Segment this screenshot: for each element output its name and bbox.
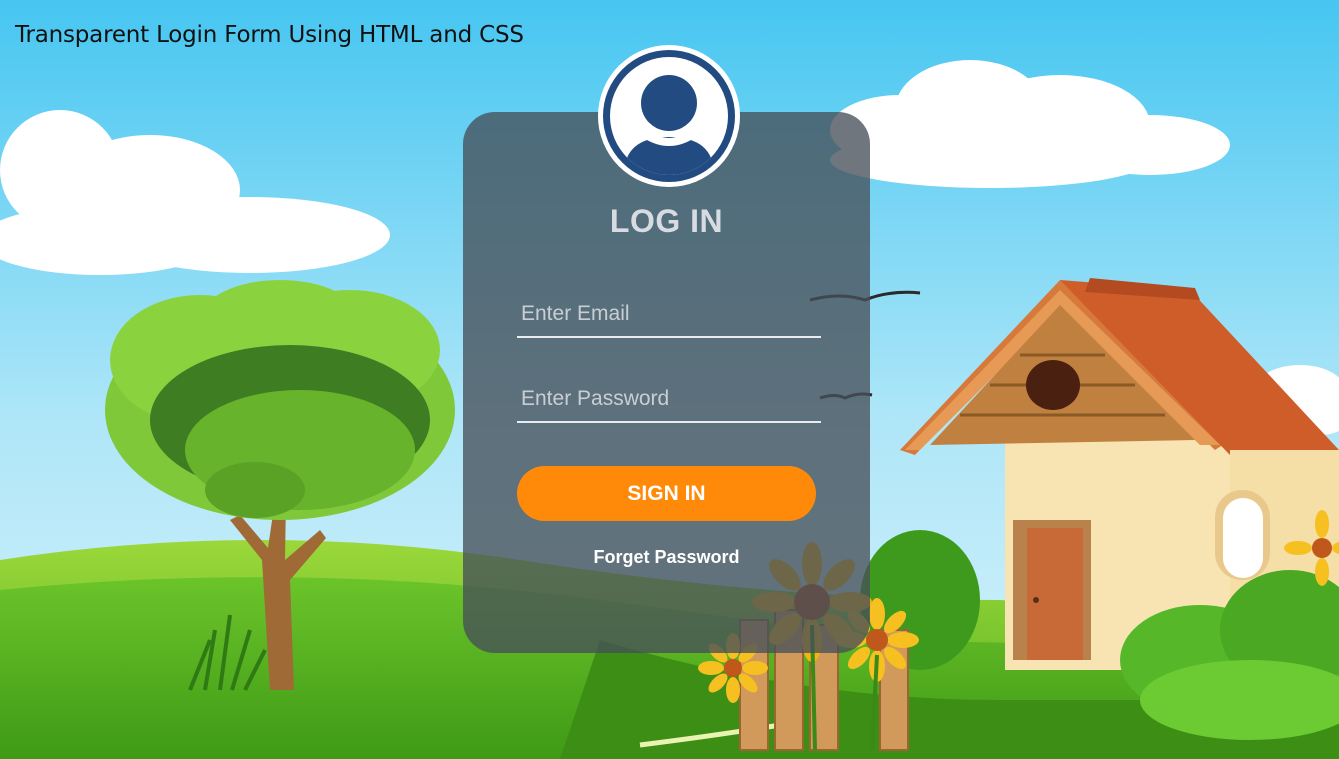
forgot-password-link[interactable]: Forget Password [463, 547, 870, 568]
email-input[interactable] [517, 292, 821, 336]
password-field [517, 377, 821, 423]
user-avatar-icon [598, 45, 740, 187]
signin-button[interactable]: SIGN IN [517, 466, 816, 521]
page-title: Transparent Login Form Using HTML and CS… [15, 22, 524, 48]
email-field [517, 292, 821, 338]
login-title: LOG IN [609, 203, 724, 239]
password-input[interactable] [517, 377, 821, 421]
